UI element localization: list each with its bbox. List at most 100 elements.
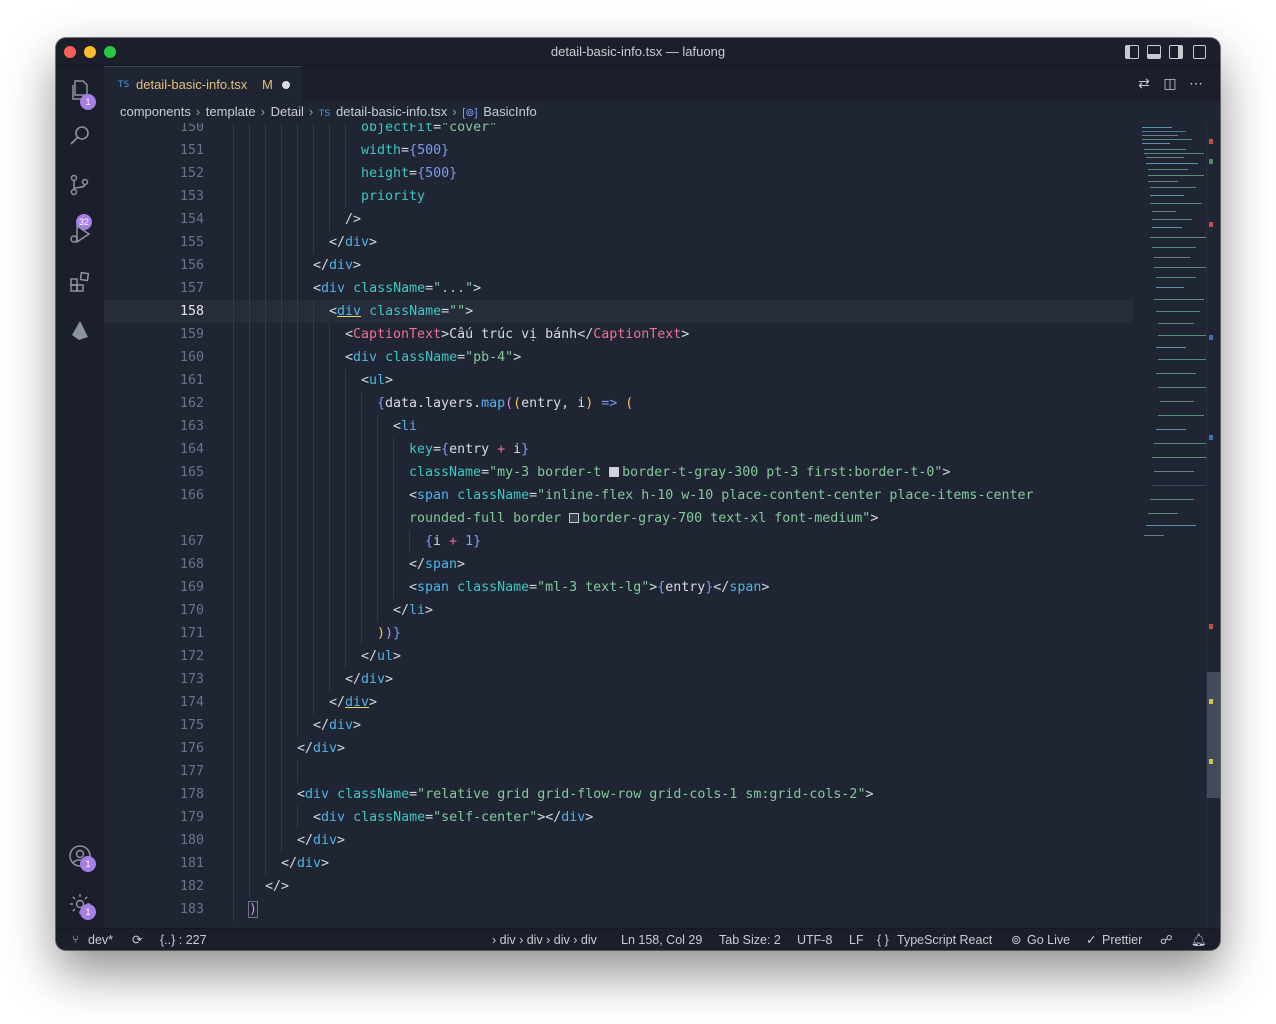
- element-path[interactable]: › div › div › div › div: [492, 929, 597, 950]
- line-number: 183: [179, 902, 204, 917]
- breadcrumb-item[interactable]: template: [206, 104, 256, 119]
- indent-guide: [249, 123, 250, 139]
- indent-guide: [361, 392, 362, 415]
- bell-icon[interactable]: 🔔︎: [1191, 929, 1207, 950]
- code-line: 163 <li: [104, 415, 1134, 438]
- indent-guide: [329, 484, 330, 507]
- toggle-panel-icon[interactable]: [1147, 45, 1161, 59]
- indent-guide: [345, 392, 346, 415]
- indent-guide: [329, 507, 330, 530]
- code-editor[interactable]: 150 objectFit="cover" 151 width={500} 152 h…: [104, 123, 1134, 928]
- indent-guide: [281, 123, 282, 139]
- feedback-icon[interactable]: ☍: [1160, 929, 1173, 950]
- code-content: <ul>: [361, 373, 394, 388]
- indent-guide: [297, 714, 298, 737]
- cursor-position[interactable]: Ln 158, Col 29: [621, 929, 702, 950]
- go-live-button[interactable]: Go Live: [1027, 929, 1070, 950]
- scrollbar-thumb[interactable]: [1207, 672, 1220, 798]
- code-line: 160 <div className="pb-4">: [104, 346, 1134, 369]
- indent-guide: [233, 507, 234, 530]
- sync-icon[interactable]: ⟳: [132, 929, 142, 950]
- code-line: 173 </div>: [104, 668, 1134, 691]
- indent-guide: [345, 530, 346, 553]
- indent-guide: [265, 277, 266, 300]
- search-icon[interactable]: [68, 124, 92, 148]
- indent-guide: [249, 415, 250, 438]
- line-number: 171: [179, 626, 204, 641]
- indent-guide: [377, 415, 378, 438]
- indent-guide: [265, 599, 266, 622]
- more-actions-icon[interactable]: ⋯: [1188, 75, 1204, 91]
- code-line: 175 </div>: [104, 714, 1134, 737]
- indent-guide: [297, 553, 298, 576]
- indent-guide: [297, 277, 298, 300]
- breadcrumb-item[interactable]: Detail: [271, 104, 304, 119]
- split-editor-icon[interactable]: ◫: [1162, 75, 1178, 91]
- indent-guide: [249, 162, 250, 185]
- breadcrumb-symbol[interactable]: BasicInfo: [483, 104, 536, 119]
- branch-status[interactable]: dev*: [88, 929, 113, 950]
- indent-guide: [249, 484, 250, 507]
- tab-detail-basic-info[interactable]: TS detail-basic-info.tsx M: [104, 66, 302, 101]
- code-content: className="my-3 border-t border-t-gray-3…: [409, 465, 951, 480]
- code-content: {data.layers.map((entry, i) => (: [377, 396, 634, 411]
- indent-guide: [345, 599, 346, 622]
- indent-guide: [313, 530, 314, 553]
- extensions-icon[interactable]: [68, 270, 92, 294]
- indent-guide: [297, 668, 298, 691]
- check-icon: ✓: [1086, 933, 1097, 947]
- indent-guide: [265, 829, 266, 852]
- code-line: 178 <div className="relative grid grid-fl…: [104, 783, 1134, 806]
- branch-icon: ⑂: [72, 934, 79, 946]
- toggle-sidebar-icon[interactable]: [1125, 45, 1139, 59]
- indent-guide: [297, 369, 298, 392]
- unsaved-dot-icon[interactable]: [282, 81, 290, 89]
- indent-guide: [249, 852, 250, 875]
- indent-guide: [265, 438, 266, 461]
- code-line: 161 <ul>: [104, 369, 1134, 392]
- indent-guide: [297, 208, 298, 231]
- toggle-secondary-sidebar-icon[interactable]: [1169, 45, 1183, 59]
- customize-layout-icon[interactable]: [1193, 45, 1206, 59]
- code-line: 159 <CaptionText>Cấu trúc vị bánh</Captio…: [104, 323, 1134, 346]
- open-changes-icon[interactable]: ⇄: [1136, 75, 1152, 91]
- indent-guide: [393, 438, 394, 461]
- indent-guide: [361, 415, 362, 438]
- indent-guide: [329, 645, 330, 668]
- indent-guide: [281, 162, 282, 185]
- indent-guide: [265, 737, 266, 760]
- breadcrumb-file[interactable]: detail-basic-info.tsx: [336, 104, 447, 119]
- indent-guide: [297, 599, 298, 622]
- indent-guide: [297, 254, 298, 277]
- indent-guide: [361, 438, 362, 461]
- indent-guide: [345, 576, 346, 599]
- indent-guide: [281, 645, 282, 668]
- language-mode[interactable]: TypeScript React: [897, 929, 992, 950]
- vertical-scrollbar[interactable]: [1206, 123, 1220, 928]
- indent-guide: [329, 622, 330, 645]
- code-line: 177: [104, 760, 1134, 783]
- code-content: height={500}: [361, 166, 458, 181]
- indent-guide: [233, 760, 234, 783]
- line-number: 164: [179, 442, 204, 457]
- breadcrumb-item[interactable]: components: [120, 104, 191, 119]
- code-line: 155 </div>: [104, 231, 1134, 254]
- indent-guide: [265, 622, 266, 645]
- indent-guide: [297, 530, 298, 553]
- indent-guide: [281, 530, 282, 553]
- symbol-count[interactable]: {..} : 227: [160, 929, 207, 950]
- indent-guide: [345, 185, 346, 208]
- indent-guide: [313, 599, 314, 622]
- explorer-badge: 1: [80, 94, 96, 110]
- run-debug-icon[interactable]: [68, 222, 92, 246]
- minimap[interactable]: [1134, 123, 1206, 928]
- aws-icon[interactable]: [68, 318, 92, 342]
- line-number: 176: [179, 741, 204, 756]
- line-ending[interactable]: LF: [849, 929, 864, 950]
- indent-guide: [313, 162, 314, 185]
- prettier-status[interactable]: Prettier: [1102, 929, 1142, 950]
- tab-size[interactable]: Tab Size: 2: [719, 929, 781, 950]
- encoding[interactable]: UTF-8: [797, 929, 832, 950]
- indent-guide: [249, 622, 250, 645]
- source-control-icon[interactable]: [68, 173, 92, 197]
